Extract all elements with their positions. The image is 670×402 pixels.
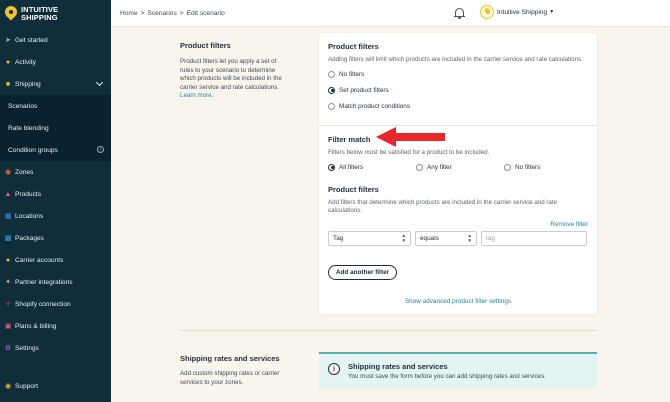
show-advanced-settings-link[interactable]: Show advanced product filter settings (319, 298, 597, 305)
shipping-section-description: Add custom shipping rates or carrier ser… (180, 370, 280, 386)
shipping-notice-banner: i Shipping rates and services You must s… (319, 352, 597, 388)
filter-match-group: Filter match Filters below must be satis… (328, 135, 588, 174)
filter-match-title: Filter match (328, 135, 371, 144)
breadcrumb-scenarios[interactable]: Scenarios (147, 10, 176, 17)
shipping-section-title: Shipping rates and services (180, 354, 280, 363)
card-description: Adding filters will limit which products… (328, 56, 583, 63)
notice-text: You must save the form before you can ad… (348, 373, 546, 380)
info-icon: i (97, 146, 104, 153)
add-another-filter-button[interactable]: Add another filter (328, 265, 397, 280)
rocket-icon: ➤ (5, 36, 11, 44)
gear-icon: ⚙ (4, 344, 12, 352)
packages-icon: ▩ (4, 234, 12, 242)
rules-description: Add filters that determine which product… (328, 199, 558, 215)
sidebar-item-get-started[interactable]: ➤ Get started (0, 29, 111, 51)
sidebar-item-locations[interactable]: ▦ Locations (0, 205, 111, 227)
radio-set-product-filters[interactable]: Set product filters (328, 85, 588, 95)
radio-no-filters-match[interactable]: No filters (504, 162, 540, 172)
location-pin-icon (2, 3, 20, 22)
shipping-rates-intro: Shipping rates and services Add custom s… (180, 354, 290, 387)
breadcrumb: Home > Scenarios > Edit scenario (120, 9, 225, 17)
sidebar-item-condition-groups[interactable]: Condition groups i (0, 139, 111, 161)
sidebar-item-shopify-connection[interactable]: ✧ Shopify connection (0, 293, 111, 315)
brand-logo[interactable]: INTUITIVE SHIPPING (0, 0, 111, 28)
partner-icon: ✦ (5, 278, 11, 286)
radio-no-filters[interactable]: No filters (328, 69, 588, 79)
chevron-down-icon (95, 78, 104, 87)
topbar: Home > Scenarios > Edit scenario (111, 0, 670, 27)
sidebar-item-partner-integrations[interactable]: ✦ Partner integrations (0, 271, 111, 293)
red-arrow-annotation (376, 127, 445, 147)
product-filters-card: Product filters Adding filters will limi… (319, 33, 597, 314)
filter-match-description: Filters below must be satisfied for a pr… (328, 149, 490, 156)
select-arrows-icon: ▲ ▼ (467, 233, 472, 243)
sidebar-item-zones[interactable]: ◉ Zones (0, 161, 111, 183)
section-title: Product filters (180, 41, 231, 50)
filter-value-input[interactable]: tag (481, 231, 587, 246)
sidebar-item-packages[interactable]: ▩ Packages (0, 227, 111, 249)
learn-more-link[interactable]: Learn more. (180, 92, 213, 99)
sidebar-item-carrier-accounts[interactable]: ● Carrier accounts (0, 249, 111, 271)
sidebar-item-products[interactable]: ▲ Products (0, 183, 111, 205)
breadcrumb-home[interactable]: Home (120, 10, 138, 17)
radio-all-filters[interactable]: All filters (328, 162, 363, 172)
filter-operator-select[interactable]: equals ▲ ▼ (415, 231, 477, 246)
radio-match-product-conditions[interactable]: Match product conditions (328, 101, 588, 111)
notice-title: Shipping rates and services (348, 362, 448, 371)
sidebar-nav: ➤ Get started ● Activity ■ Shipping Scenari… (0, 29, 111, 359)
billing-icon: ▣ (4, 322, 12, 330)
brand-name-line2: SHIPPING (21, 13, 58, 22)
zones-icon: ◉ (4, 168, 12, 176)
sidebar-item-plans-billing[interactable]: ▣ Plans & billing (0, 315, 111, 337)
sidebar-item-support[interactable]: ◉ Support (0, 375, 38, 397)
sidebar-item-settings[interactable]: ⚙ Settings (0, 337, 111, 359)
product-filters-group: Product filters Adding filters will limi… (328, 42, 588, 111)
radio-any-filter[interactable]: Any filter (416, 162, 452, 172)
bell-icon[interactable] (454, 7, 465, 19)
sidebar: INTUITIVE SHIPPING ➤ Get started ● Activit… (0, 0, 111, 402)
card-title: Product filters (328, 42, 379, 51)
breadcrumb-current: Edit scenario (186, 9, 225, 17)
truck-icon: ■ (5, 80, 11, 88)
divider (319, 125, 597, 126)
select-arrows-icon: ▲ ▼ (401, 233, 406, 243)
product-filter-rules-group: Product filters Add filters that determi… (328, 185, 588, 216)
section-description: Product filters let you apply a set of r… (180, 58, 282, 100)
rules-title: Product filters (328, 185, 379, 194)
caret-down-icon: ▼ (549, 9, 555, 15)
sidebar-item-scenarios[interactable]: Scenarios (0, 95, 111, 117)
products-icon: ▲ (4, 190, 12, 198)
sidebar-item-activity[interactable]: ● Activity (0, 51, 111, 73)
product-filters-intro: Product filters Product filters let you … (180, 41, 285, 101)
account-avatar (480, 5, 494, 19)
sidebar-item-rate-blending[interactable]: Rate blending (0, 117, 111, 139)
section-divider (180, 330, 597, 331)
remove-filter-link[interactable]: Remove filter (550, 221, 588, 228)
account-name: Intuitive Shipping (497, 8, 548, 16)
support-icon: ◉ (4, 382, 12, 390)
account-menu[interactable]: Intuitive Shipping ▼ (480, 5, 554, 19)
activity-icon: ● (5, 58, 11, 66)
locations-icon: ▦ (4, 212, 12, 220)
filter-field-select[interactable]: Tag ▲ ▼ (328, 231, 411, 246)
shopify-icon: ✧ (5, 300, 11, 308)
carrier-icon: ● (5, 256, 11, 264)
info-icon: i (328, 363, 340, 375)
sidebar-item-shipping[interactable]: ■ Shipping (0, 73, 111, 95)
